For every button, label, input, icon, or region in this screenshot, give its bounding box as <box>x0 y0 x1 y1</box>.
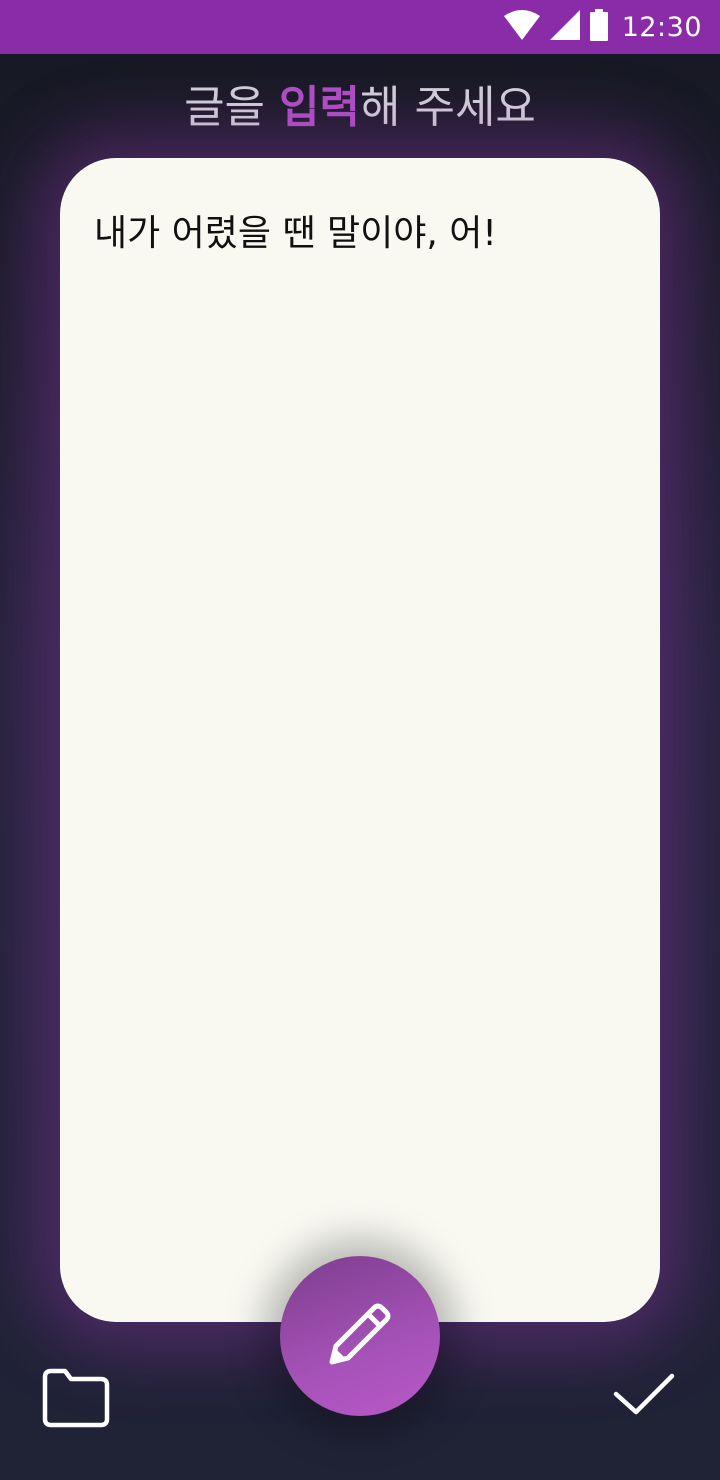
folder-button[interactable] <box>30 1360 120 1440</box>
wifi-icon <box>503 10 540 44</box>
battery-icon <box>589 9 608 45</box>
confirm-button[interactable] <box>600 1356 688 1436</box>
cellular-signal-icon <box>549 10 580 44</box>
edit-button[interactable] <box>280 1256 440 1416</box>
pencil-icon <box>320 1294 400 1378</box>
checkmark-icon <box>612 1370 676 1422</box>
folder-icon <box>39 1367 111 1433</box>
title-part-2: 해 주세요 <box>360 82 536 133</box>
text-editor-card[interactable]: 내가 어렸을 땐 말이야, 어! <box>60 158 660 1322</box>
editor-text[interactable]: 내가 어렸을 땐 말이야, 어! <box>94 208 626 260</box>
status-bar: 12:30 <box>0 0 720 54</box>
title-part-1: 글을 <box>184 82 280 133</box>
title-accent: 입력 <box>279 82 360 133</box>
page-title: 글을 입력해 주세요 <box>0 78 720 138</box>
status-time: 12:30 <box>621 11 702 43</box>
